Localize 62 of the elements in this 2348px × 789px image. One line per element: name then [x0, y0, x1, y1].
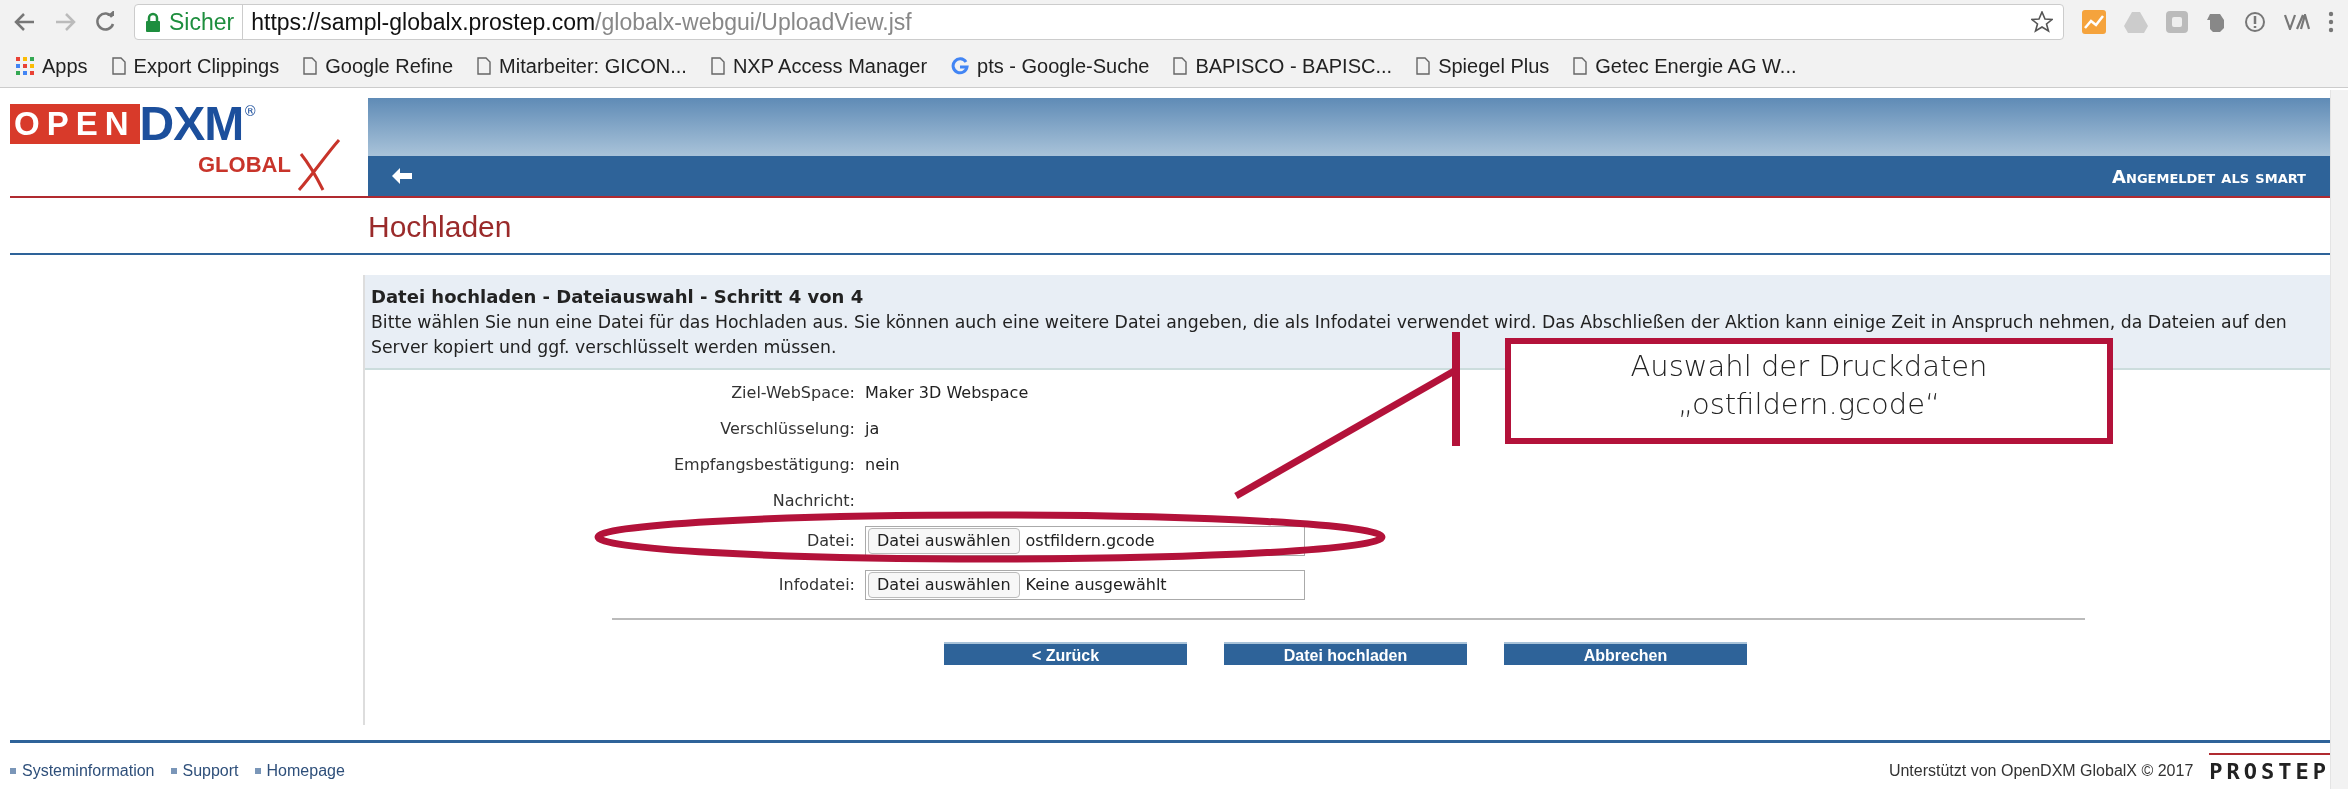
secure-label: Sicher: [169, 4, 244, 40]
va-extension-icon[interactable]: [2284, 14, 2310, 30]
field-label: Verschlüsselung:: [720, 418, 855, 441]
annotation-text: Auswahl der Druckdaten: [1629, 348, 1989, 385]
chart-extension-icon[interactable]: [2082, 10, 2106, 34]
back-icon[interactable]: [14, 12, 36, 32]
bookmark-link[interactable]: Google Refine: [325, 50, 454, 81]
page-icon: [1416, 56, 1431, 75]
page-icon: [1573, 56, 1588, 75]
bookmark-link[interactable]: Getec Energie AG W...: [1595, 50, 1797, 81]
file-field[interactable]: Datei auswählen ostfildern.gcode: [865, 526, 1305, 557]
bookmark-link[interactable]: BAPISCO - BAPISC...: [1195, 50, 1393, 81]
action-button[interactable]: Datei hochladen: [1224, 642, 1467, 666]
choose-file-button[interactable]: Datei auswählen: [868, 528, 1020, 555]
bookmark-link[interactable]: Spiegel Plus: [1438, 50, 1550, 81]
bookmark-link[interactable]: Export Clippings: [133, 50, 280, 81]
field-value: Maker 3D Webspace: [865, 382, 1030, 405]
action-button[interactable]: < Zurück: [944, 642, 1187, 666]
bookmark-link[interactable]: NXP Access Manager: [732, 50, 928, 81]
logged-in-label: Angemeldet als smart: [2112, 164, 2306, 189]
back-arrow-icon[interactable]: [392, 168, 412, 184]
url-text: https://sampl-globalx.prostep.com/globalx-webgui/UploadView.jsf: [251, 7, 912, 37]
field-label: Infodatei:: [778, 574, 855, 597]
bullet-icon: [254, 768, 261, 775]
field-label: Datei:: [806, 530, 855, 553]
field-label: Nachricht:: [772, 490, 855, 513]
field-value: ja: [865, 418, 881, 441]
footer-link[interactable]: Homepage: [266, 761, 345, 779]
footer-link[interactable]: Systeminformation: [22, 761, 155, 779]
page-icon: [710, 56, 725, 75]
page-icon: [1173, 56, 1188, 75]
bookmark-link[interactable]: Mitarbeiter: GICON...: [499, 50, 687, 81]
bullet-icon: [10, 768, 16, 775]
field-label: Empfangsbestätigung:: [673, 454, 855, 477]
page-icon: [303, 56, 318, 75]
info-circle-icon[interactable]: [2244, 11, 2266, 33]
file-field[interactable]: Datei auswählen Keine ausgewählt: [865, 570, 1305, 601]
star-icon[interactable]: [2031, 11, 2053, 33]
reload-icon[interactable]: [94, 11, 116, 33]
page-title: Hochladen: [368, 209, 513, 245]
menu-icon[interactable]: [2328, 11, 2334, 33]
lock-icon: [145, 12, 161, 32]
address-bar[interactable]: Sicher https://sampl-globalx.prostep.com/globalx-webgui/UploadView.jsf: [134, 4, 2064, 40]
action-button[interactable]: Abbrechen: [1504, 642, 1747, 666]
field-value: nein: [865, 454, 901, 477]
credit-text: Unterstützt von OpenDXM GlobalX © 2017: [1888, 760, 2194, 781]
field-label: Ziel-WebSpace:: [731, 382, 855, 405]
file-name-text: Keine ausgewählt: [1025, 574, 1167, 597]
annotation-text: „ostfildern.gcode“: [1676, 385, 1942, 423]
apps-grid-icon: [16, 56, 34, 75]
file-name-text: ostfildern.gcode: [1025, 530, 1155, 553]
bullet-icon: [170, 768, 177, 775]
bookmark-link[interactable]: pts - Google-Suche: [977, 50, 1150, 81]
bookmark-link[interactable]: Apps: [42, 50, 88, 81]
page-icon: [477, 56, 492, 75]
panel-title: Datei hochladen - Dateiauswahl - Schritt 4 von 4: [371, 285, 865, 309]
google-icon: [951, 56, 970, 75]
footer-link[interactable]: Support: [182, 761, 239, 779]
logo: OPEN DXM® GLOBAL: [10, 98, 368, 196]
brand-logo: PROSTEP: [2209, 753, 2330, 788]
choose-file-button[interactable]: Datei auswählen: [868, 572, 1020, 599]
page-icon: [111, 56, 126, 75]
